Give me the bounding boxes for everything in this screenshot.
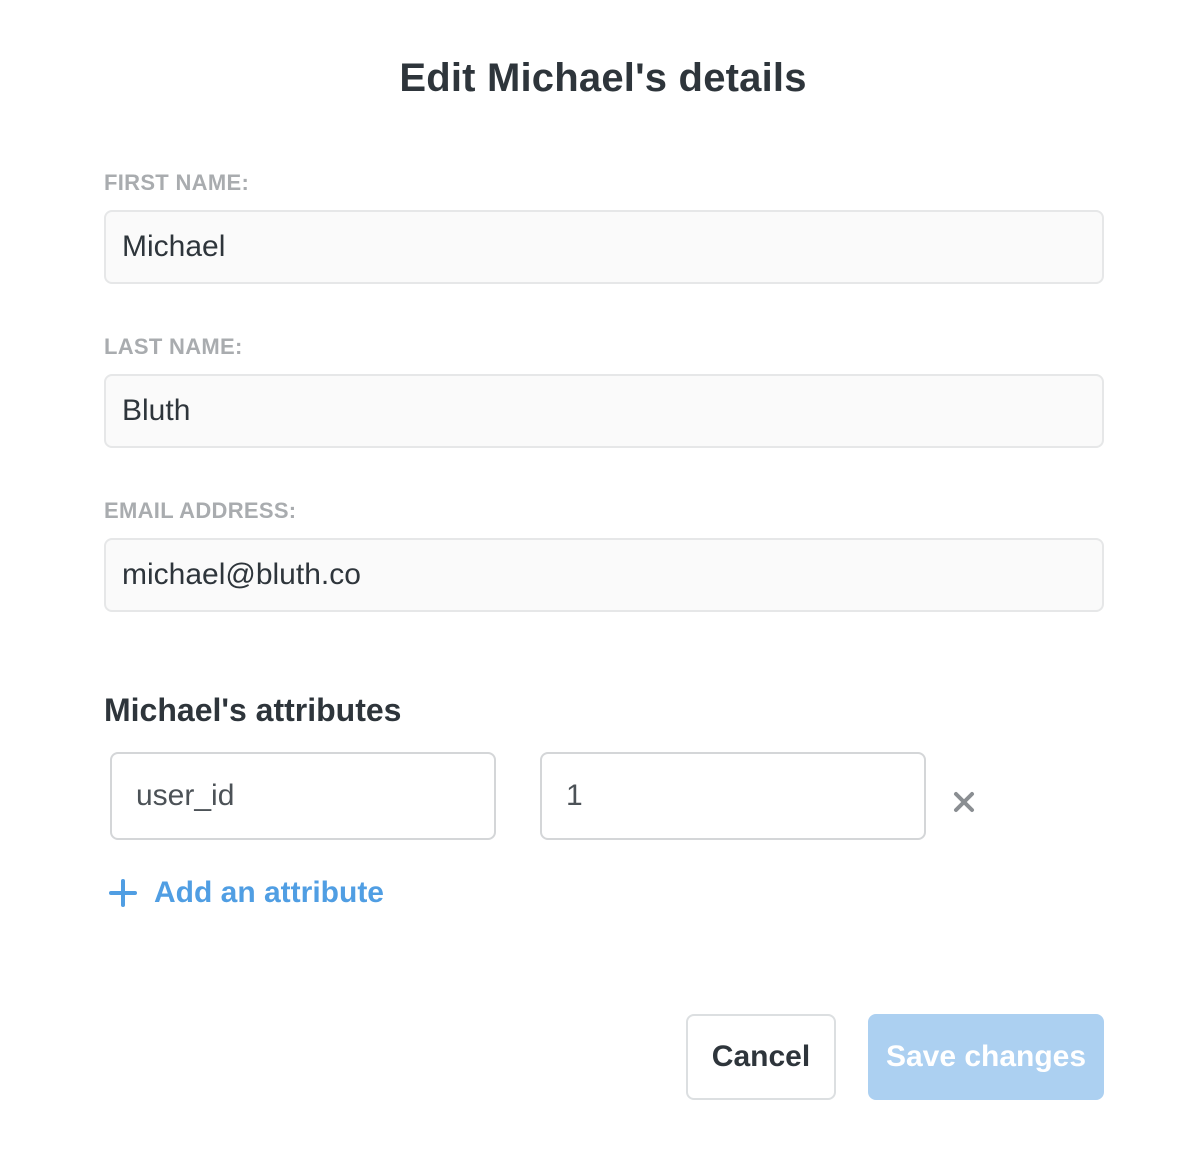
save-changes-button[interactable]: Save changes <box>868 1014 1104 1100</box>
attributes-heading: Michael's attributes <box>104 692 402 728</box>
first-name-label: FIRST NAME: <box>104 170 250 195</box>
dialog-title: Edit Michael's details <box>399 56 807 100</box>
email-input[interactable] <box>104 538 1104 612</box>
attribute-value-input[interactable] <box>540 752 926 840</box>
add-attribute-link[interactable]: Add an attribute <box>108 876 384 910</box>
add-attribute-label: Add an attribute <box>154 876 384 909</box>
close-icon <box>954 792 974 812</box>
first-name-input[interactable] <box>104 210 1104 284</box>
last-name-label: LAST NAME: <box>104 334 243 359</box>
attribute-key-input[interactable] <box>110 752 496 840</box>
edit-user-dialog: Edit Michael's details FIRST NAME: LAST … <box>0 0 1178 1154</box>
remove-attribute-button[interactable] <box>946 784 982 820</box>
cancel-button[interactable]: Cancel <box>686 1014 836 1100</box>
plus-icon <box>109 879 137 907</box>
last-name-input[interactable] <box>104 374 1104 448</box>
email-label: EMAIL ADDRESS: <box>104 498 297 523</box>
